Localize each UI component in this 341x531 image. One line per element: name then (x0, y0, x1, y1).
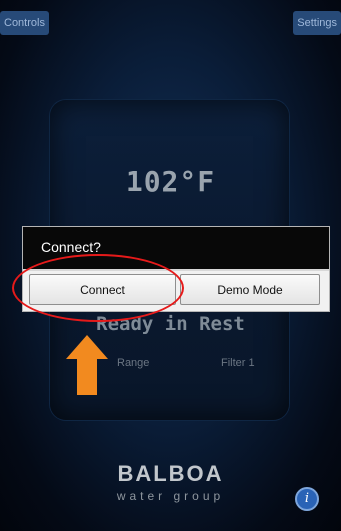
controls-button[interactable]: Controls (0, 11, 49, 35)
up-arrow-icon (66, 335, 108, 395)
brand-logo: BALBOA water group (0, 461, 341, 503)
dialog-title: Connect? (41, 239, 101, 255)
settings-button[interactable]: Settings (293, 11, 341, 35)
highlight-ellipse (12, 254, 184, 322)
logo-tagline: water group (116, 489, 225, 503)
filter-label: Filter 1 (221, 357, 255, 369)
info-icon[interactable]: i (295, 487, 319, 511)
temperature-display: 102°F (125, 165, 216, 198)
logo-brand-text: BALBOA (117, 461, 224, 486)
range-label: Range (117, 357, 150, 369)
demo-mode-button[interactable]: Demo Mode (180, 274, 320, 305)
